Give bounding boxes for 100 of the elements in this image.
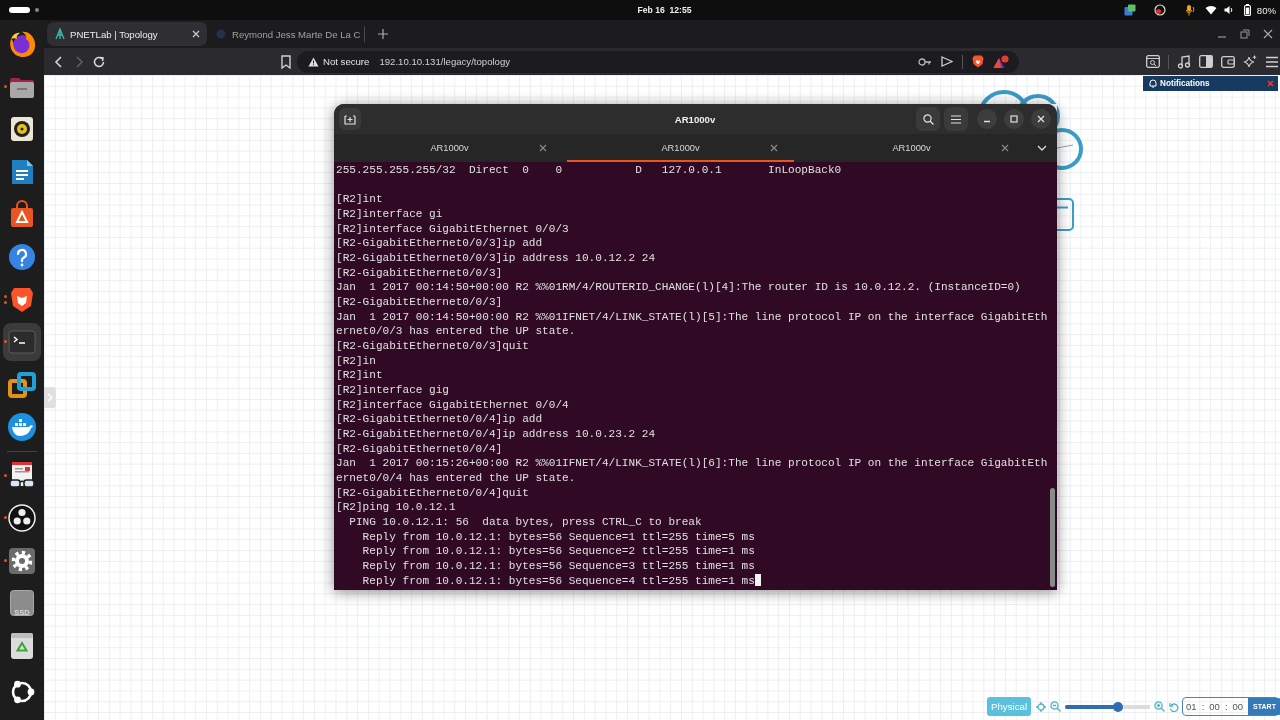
sidebar-icon[interactable] bbox=[1199, 55, 1213, 68]
whale-icon bbox=[7, 412, 37, 443]
close-icon[interactable] bbox=[192, 30, 200, 38]
text-cursor bbox=[754, 573, 762, 586]
timer-separator: : bbox=[1224, 701, 1228, 712]
terminal-line: [R2-GigabitEthernet0/0/3]ip address 10.0.12.2 24 bbox=[336, 252, 656, 265]
terminal-tab[interactable]: AR1000v bbox=[798, 134, 1025, 162]
close-icon[interactable] bbox=[1001, 144, 1009, 152]
security-label[interactable]: Not secure bbox=[323, 56, 370, 67]
battery-percentage: 80% bbox=[1256, 4, 1276, 16]
timer-separator: : bbox=[1201, 701, 1205, 712]
clock[interactable]: Feb 16 12:55 bbox=[637, 5, 692, 15]
window-search-icon[interactable] bbox=[1146, 55, 1160, 68]
terminal-line: [R2]in bbox=[336, 354, 376, 367]
terminal-tab[interactable]: AR1000v bbox=[336, 134, 563, 162]
zoom-slider[interactable] bbox=[1065, 701, 1151, 712]
sparkle-icon[interactable] bbox=[1243, 54, 1257, 69]
search-button[interactable] bbox=[916, 107, 940, 131]
menu-icon bbox=[951, 114, 961, 124]
timer-field[interactable]: 00 bbox=[1232, 701, 1244, 712]
menu-button[interactable] bbox=[944, 107, 968, 131]
close-icon[interactable] bbox=[1263, 29, 1273, 39]
close-button[interactable] bbox=[1031, 109, 1051, 129]
scrollbar[interactable] bbox=[1050, 488, 1055, 587]
terminal-line: [R2]interface gig bbox=[336, 384, 449, 397]
minimize-button[interactable] bbox=[977, 109, 997, 129]
terminal-line: ernet0/0/4 has entered the UP state. bbox=[336, 472, 576, 485]
workspace-indicator[interactable] bbox=[9, 7, 30, 13]
terminal-line: [R2]interface GigabitEthernet 0/0/4 bbox=[336, 398, 569, 411]
wifi-icon[interactable] bbox=[1204, 5, 1217, 15]
close-icon[interactable] bbox=[770, 144, 778, 152]
terminal-line: [R2-GigabitEthernet0/0/4]ip address 10.0.23.2 24 bbox=[336, 428, 656, 441]
terminal-line: PING 10.0.12.1: 56 data bytes, press CTRL_C to break bbox=[348, 516, 702, 529]
node-icon[interactable] bbox=[1057, 198, 1074, 231]
timer-field[interactable]: 01 bbox=[1186, 701, 1197, 712]
circle-status-icon[interactable] bbox=[1153, 4, 1166, 16]
terminal-line: [R2]int bbox=[336, 369, 383, 382]
timer-field[interactable]: 00 bbox=[1209, 701, 1220, 712]
maximize-icon bbox=[1010, 115, 1018, 123]
shield-icon[interactable] bbox=[972, 55, 984, 68]
slider-thumb[interactable] bbox=[1112, 701, 1123, 712]
send-icon[interactable] bbox=[941, 56, 953, 67]
overlapping-squares-icon bbox=[7, 369, 37, 400]
maximize-button[interactable] bbox=[1004, 109, 1024, 129]
search-icon bbox=[922, 113, 934, 125]
restore-icon[interactable] bbox=[1240, 29, 1250, 39]
help-icon bbox=[7, 241, 37, 272]
notifications-title: Notifications bbox=[1160, 79, 1210, 88]
address-bar[interactable]: Not secure 192.10.10.131/legacy/topology bbox=[297, 50, 1019, 73]
terminal-line: [R2-GigabitEthernet0/0/4] bbox=[336, 442, 503, 455]
tower-icon bbox=[54, 28, 66, 40]
volume-icon[interactable] bbox=[1223, 5, 1234, 15]
close-icon[interactable] bbox=[539, 144, 547, 152]
terminal-line: [R2-GigabitEthernet0/0/3] bbox=[336, 266, 503, 279]
chevron-right-icon bbox=[47, 393, 53, 402]
terminal-line: [R2]int bbox=[336, 193, 383, 206]
terminal-line: Jan 1 2017 00:14:50+00:00 R2 %%01IFNET/4/LINK_STATE(l)[5]:The line protocol IP on the interface GigabitEth bbox=[336, 310, 1048, 323]
settings-icon bbox=[7, 545, 37, 576]
plus-icon[interactable] bbox=[377, 29, 388, 39]
new-tab-button[interactable] bbox=[339, 108, 361, 130]
wallet-icon[interactable] bbox=[1221, 55, 1235, 68]
notifications-bar[interactable]: Notifications bbox=[1143, 76, 1278, 91]
terminal-tab[interactable]: AR1000v bbox=[567, 134, 794, 162]
terminal-line: Reply from 10.0.12.1: bytes=56 Sequence=4 ttl=255 time=1 ms bbox=[361, 574, 755, 587]
sidebar-toggle[interactable] bbox=[44, 387, 56, 408]
terminal-line: ernet0/0/3 has entered the UP state. bbox=[336, 325, 576, 338]
browser-tab[interactable]: Reymond Jess Marte De La C bbox=[210, 22, 364, 46]
microphone-icon[interactable] bbox=[1185, 4, 1196, 16]
tab-plus-icon bbox=[344, 113, 356, 125]
drive-icon bbox=[7, 588, 37, 619]
terminal-line: [R2-GigabitEthernet0/0/3]ip add bbox=[336, 237, 543, 250]
terminal-line: [R2]interface GigabitEthernet 0/0/3 bbox=[336, 222, 569, 235]
workspace-dot-icon[interactable] bbox=[35, 8, 39, 12]
terminal-line: [R2]interface gi bbox=[336, 208, 443, 220]
triangle-badge-icon[interactable] bbox=[993, 54, 1009, 69]
chevron-down-icon[interactable] bbox=[1037, 145, 1047, 151]
music-note-icon[interactable] bbox=[1177, 54, 1191, 69]
window-title: AR1000v bbox=[674, 113, 716, 125]
flame-globe-icon bbox=[7, 29, 37, 59]
app-indicator-icon[interactable] bbox=[1123, 4, 1136, 16]
terminal-line: Jan 1 2017 00:15:26+00:00 R2 %%01IFNET/4/LINK_STATE(l)[6]:The line protocol IP on the interface GigabitEth bbox=[336, 457, 1048, 470]
terminal-line: [R2-GigabitEthernet0/0/4]ip add bbox=[336, 413, 543, 426]
terminal-line: [R2-GigabitEthernet0/0/3] bbox=[336, 296, 503, 309]
reload-icon[interactable] bbox=[92, 54, 106, 69]
key-icon[interactable] bbox=[918, 57, 932, 66]
terminal-line: Reply from 10.0.12.1: bytes=56 Sequence=2 ttl=255 time=1 ms bbox=[361, 545, 755, 558]
bookmark-icon[interactable] bbox=[280, 54, 292, 69]
terminal-line: [R2-GigabitEthernet0/0/3]quit bbox=[336, 340, 529, 353]
terminal-line: Reply from 10.0.12.1: bytes=56 Sequence=1 ttl=255 time=5 ms bbox=[361, 530, 755, 543]
battery-icon[interactable] bbox=[1243, 4, 1251, 16]
warning-icon bbox=[308, 56, 319, 67]
url-text: 192.10.10.131/legacy/topology bbox=[379, 56, 511, 67]
terminal-line: Reply from 10.0.12.1: bytes=56 Sequence=3 ttl=255 time=1 ms bbox=[361, 560, 755, 573]
close-icon bbox=[1037, 115, 1045, 123]
circle-dots-icon bbox=[7, 503, 37, 534]
menu-icon[interactable] bbox=[1265, 55, 1279, 68]
terminal-line: 255.255.255.255/32 Direct 0 0 D 127.0.0.1 InLoopBack0 bbox=[336, 164, 842, 176]
terminal-line: [R2-GigabitEthernet0/0/4]quit bbox=[336, 486, 529, 499]
browser-tab[interactable]: PNETLab | Topology bbox=[47, 22, 207, 46]
terminal-line: [R2]ping 10.0.12.1 bbox=[336, 501, 456, 514]
